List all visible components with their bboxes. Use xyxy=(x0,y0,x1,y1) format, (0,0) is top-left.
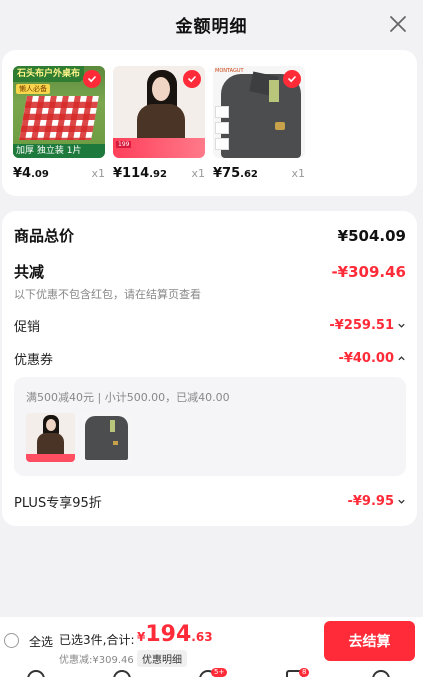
brand-logo: MONTAGUT xyxy=(215,68,244,74)
tablecloth-pattern xyxy=(19,96,99,140)
product-list: 石头布户外桌布 懒人必备 加厚 独立装 1片 ¥4.09 x1 199 ¥114… xyxy=(2,50,417,196)
price-decimal: .62 xyxy=(240,169,258,180)
feature-badge xyxy=(215,122,229,134)
select-all-radio[interactable] xyxy=(4,633,19,648)
product-qty: x1 xyxy=(291,167,305,180)
product-image-polo[interactable]: MONTAGUT xyxy=(213,66,305,158)
discount-row: 共减 -¥309.46 xyxy=(14,261,406,282)
profile-icon[interactable] xyxy=(372,670,390,677)
product-qty: x1 xyxy=(191,167,205,180)
total-value: ¥504.09 xyxy=(337,226,406,245)
promo-row[interactable]: 促销 -¥259.51 xyxy=(14,316,406,335)
product-price: ¥4.09 xyxy=(13,166,49,181)
checkout-bar: 全选 已选3件,合计: ¥ 194 .63 优惠减:¥309.46 优惠明细 去… xyxy=(0,617,423,667)
promo-value-wrap: -¥259.51 xyxy=(329,318,406,333)
close-icon[interactable] xyxy=(387,13,409,35)
saved-amount: 优惠减:¥309.46 xyxy=(59,655,134,666)
currency-symbol: ¥ xyxy=(213,166,223,181)
coupon-label: 优惠券 xyxy=(14,353,54,368)
coupon-detail-box: 满500减40元 | 小计500.00，已减40.00 xyxy=(14,377,406,476)
feature-badge xyxy=(215,138,229,150)
plus-value-wrap: -¥9.95 xyxy=(347,494,406,509)
price-summary: 商品总价 ¥504.09 共减 -¥309.46 以下优惠不包含红包，请在结算页… xyxy=(2,211,417,526)
product-price-row: ¥4.09 x1 xyxy=(13,166,105,182)
chevron-up-icon[interactable] xyxy=(397,354,406,363)
coupon-product-thumb xyxy=(26,413,75,462)
selected-info: 已选3件,合计: xyxy=(59,633,135,647)
coupon-value: -¥40.00 xyxy=(338,351,394,366)
price-decimal: .09 xyxy=(31,169,49,180)
chevron-down-icon[interactable] xyxy=(397,497,406,506)
coupon-desc: 满500减40元 | 小计500.00，已减40.00 xyxy=(26,391,230,404)
total-amount: ¥ 194 .63 xyxy=(137,622,213,647)
price-decimal: .92 xyxy=(149,169,167,180)
promo-value: -¥259.51 xyxy=(329,318,394,333)
feature-badge xyxy=(215,106,229,118)
coupon-row[interactable]: 优惠券 -¥40.00 xyxy=(14,349,406,368)
product-tag: 懒人必备 xyxy=(16,84,50,94)
polo-emblem xyxy=(275,122,285,130)
product-image-sweater[interactable]: 199 xyxy=(113,66,205,158)
model-face xyxy=(152,77,170,101)
sheet-header: 金额明细 xyxy=(0,0,423,48)
product-price: ¥114.92 xyxy=(113,166,167,181)
cart-badge: 8 xyxy=(299,668,310,677)
currency-symbol: ¥ xyxy=(113,166,123,181)
plus-row[interactable]: PLUS专享95折 -¥9.95 xyxy=(14,492,406,511)
discount-detail-link[interactable]: 优惠明细 xyxy=(137,650,187,667)
promo-tag: 199 xyxy=(116,141,132,148)
coupon-value-wrap: -¥40.00 xyxy=(338,351,406,366)
total-label: 商品总价 xyxy=(14,227,75,245)
discount-note: 以下优惠不包含红包，请在结算页查看 xyxy=(14,288,201,301)
plus-label: PLUS专享95折 xyxy=(14,496,102,511)
checked-icon[interactable] xyxy=(83,70,101,88)
chevron-down-icon[interactable] xyxy=(397,321,406,330)
price-integer: 114 xyxy=(122,166,150,181)
product-image-tablecloth[interactable]: 石头布户外桌布 懒人必备 加厚 独立装 1片 xyxy=(13,66,105,158)
product-price-row: ¥75.62 x1 xyxy=(213,166,305,182)
promo-label: 促销 xyxy=(14,320,41,335)
product-qty: x1 xyxy=(91,167,105,180)
discount-label: 共减 xyxy=(14,263,45,281)
polo-stripe xyxy=(269,80,279,102)
bottom-tab-bar: 5+ 8 xyxy=(0,667,423,677)
checked-icon[interactable] xyxy=(283,70,301,88)
coupon-product-thumb xyxy=(82,413,131,462)
price-integer: 75 xyxy=(222,166,241,181)
message-badge: 5+ xyxy=(211,668,228,677)
checked-icon[interactable] xyxy=(183,70,201,88)
sheet-title: 金额明细 xyxy=(175,16,248,37)
total-integer: 194 xyxy=(145,622,192,647)
product-item[interactable]: MONTAGUT ¥75.62 x1 xyxy=(213,66,305,181)
product-footer-text: 加厚 独立装 1片 xyxy=(13,144,105,158)
category-icon[interactable] xyxy=(113,670,131,677)
product-price: ¥75.62 xyxy=(213,166,258,181)
total-row: 商品总价 ¥504.09 xyxy=(14,225,406,246)
price-integer: 4 xyxy=(22,166,32,181)
home-icon[interactable] xyxy=(27,670,45,677)
total-decimal: .63 xyxy=(191,630,213,644)
select-all-label[interactable]: 全选 xyxy=(29,633,53,650)
product-banner: 石头布户外桌布 xyxy=(13,66,85,82)
discount-value: -¥309.46 xyxy=(331,262,406,281)
total-currency: ¥ xyxy=(137,630,146,644)
product-item[interactable]: 石头布户外桌布 懒人必备 加厚 独立装 1片 ¥4.09 x1 xyxy=(13,66,105,181)
product-item[interactable]: 199 ¥114.92 x1 xyxy=(113,66,205,181)
promo-strip: 199 xyxy=(113,138,205,158)
plus-value: -¥9.95 xyxy=(347,494,394,509)
currency-symbol: ¥ xyxy=(13,166,23,181)
product-price-row: ¥114.92 x1 xyxy=(113,166,205,182)
checkout-button[interactable]: 去结算 xyxy=(324,621,415,661)
